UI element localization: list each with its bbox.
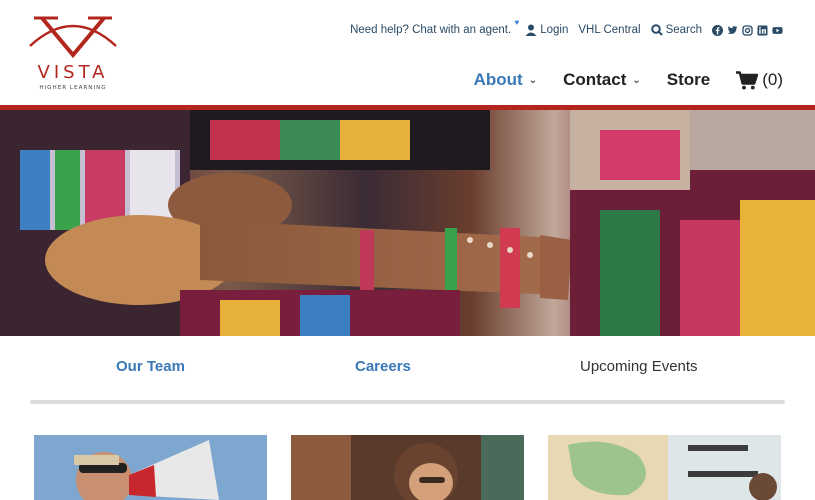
chevron-down-icon: ⌄	[632, 74, 641, 86]
linkedin-icon[interactable]	[757, 25, 768, 36]
musicians-photo	[0, 110, 815, 336]
utility-bar: Need help? Chat with an agent. ♥ Login V…	[350, 18, 783, 40]
about-subnav: Our Team Careers Upcoming Events	[30, 336, 785, 404]
logo-wordmark: VISTA HIGHER LEARNING	[28, 62, 118, 91]
subnav-divider	[30, 400, 785, 404]
nav-store-label: Store	[666, 70, 711, 89]
twitter-icon[interactable]	[727, 25, 738, 36]
tab-upcoming-events[interactable]: Upcoming Events	[580, 358, 698, 375]
student-photo	[291, 435, 524, 500]
nav-contact[interactable]: Contact ⌄	[563, 70, 641, 90]
nav-contact-label: Contact	[563, 70, 627, 89]
card-1[interactable]	[34, 435, 267, 500]
vhl-central-link[interactable]: VHL Central	[578, 24, 640, 36]
login-label: Login	[540, 24, 569, 36]
logo-tagline: HIGHER LEARNING	[39, 85, 107, 91]
facebook-icon[interactable]	[712, 24, 723, 36]
instagram-icon[interactable]	[742, 24, 753, 36]
card-grid	[34, 435, 784, 500]
megaphone-photo	[34, 435, 267, 500]
search-link[interactable]: Search	[650, 24, 702, 36]
vhl-central-label: VHL Central	[578, 24, 641, 36]
hero-banner	[0, 110, 815, 336]
chat-label: Need help? Chat with an agent.	[350, 24, 512, 36]
tab-careers[interactable]: Careers	[355, 358, 411, 375]
chevron-down-icon: ⌄	[528, 74, 538, 86]
tab-our-team[interactable]: Our Team	[116, 358, 185, 375]
card-3[interactable]	[548, 435, 781, 500]
heart-icon: ♥	[514, 18, 520, 27]
user-icon	[525, 24, 537, 36]
nav-store[interactable]: Store	[667, 70, 710, 90]
map-photo	[548, 435, 781, 500]
social-links	[712, 24, 783, 36]
nav-about-label: About	[473, 70, 523, 89]
nav-about[interactable]: About ⌄	[474, 70, 537, 90]
search-icon	[650, 24, 663, 36]
cart-icon	[736, 70, 759, 89]
cart-count: (0)	[762, 70, 783, 89]
site-header: VISTA HIGHER LEARNING Need help? Chat wi…	[0, 0, 815, 106]
login-link[interactable]: Login	[525, 24, 568, 36]
chat-link[interactable]: Need help? Chat with an agent. ♥	[350, 18, 519, 36]
logo-name: VISTA	[37, 62, 109, 83]
main-nav: About ⌄ Contact ⌄ Store (0)	[474, 70, 783, 90]
cart-button[interactable]: (0)	[736, 70, 783, 90]
search-label: Search	[665, 24, 702, 36]
youtube-icon[interactable]	[772, 25, 783, 36]
card-2[interactable]	[291, 435, 524, 500]
